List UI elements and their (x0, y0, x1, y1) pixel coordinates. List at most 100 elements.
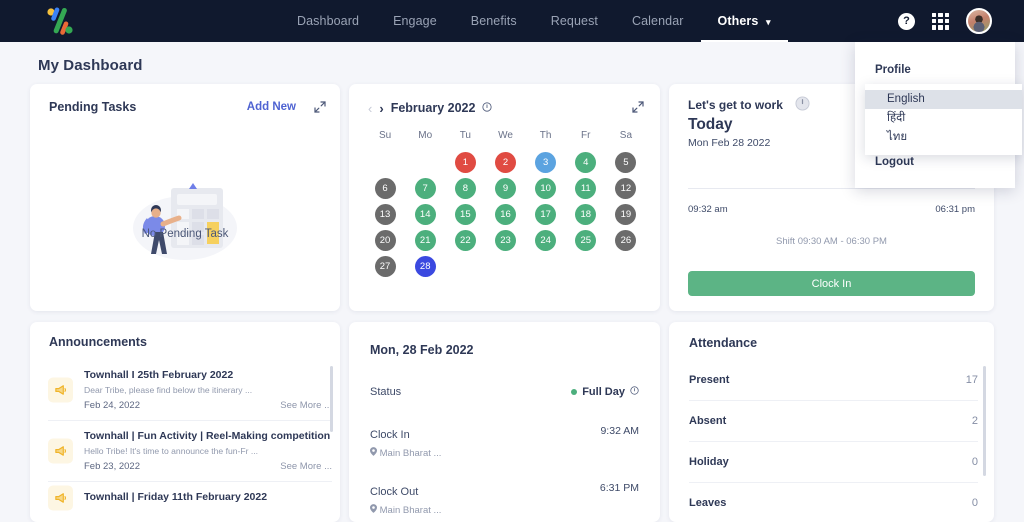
calendar-dow-label: Mo (418, 130, 433, 141)
calendar-day-1[interactable]: 1 (454, 152, 476, 173)
attendance-row-value: 0 (971, 497, 978, 509)
status-value: Full Day (582, 386, 625, 398)
attendance-row-label: Leaves (689, 497, 727, 509)
nav-label: Others (717, 14, 759, 28)
calendar-day-19[interactable]: 19 (615, 204, 637, 225)
language-option-english[interactable]: English (865, 90, 1022, 109)
calendar-day-23[interactable]: 23 (494, 230, 516, 251)
calendar-day-6[interactable]: 6 (374, 178, 396, 199)
clock-in-button[interactable]: Clock In (688, 271, 975, 296)
announcement-item[interactable]: Townhall | Friday 11th February 2022 (48, 482, 332, 513)
announcement-title: Townhall | Friday 11th February 2022 (84, 491, 268, 504)
day-detail-card: Mon, 28 Feb 2022 Status Full Day Clock I… (349, 322, 660, 522)
calendar-dow-label: Fr (581, 130, 591, 141)
shift-end-time: 06:31 pm (935, 204, 975, 215)
grid-apps-icon[interactable] (932, 12, 949, 30)
language-option-thai[interactable]: ไทย (865, 128, 1022, 147)
nav-item-request[interactable]: Request (534, 0, 615, 42)
calendar-day-3[interactable]: 3 (535, 152, 557, 173)
calendar-dow-label: Sa (619, 130, 633, 141)
announcements-scrollbar[interactable] (330, 366, 333, 432)
attendance-row: Present 17 (689, 360, 978, 401)
calendar-day-26[interactable]: 26 (615, 230, 637, 251)
work-card-title: Let's get to work (688, 98, 783, 112)
expand-icon[interactable] (314, 100, 326, 118)
calendar-day-22[interactable]: 22 (454, 230, 476, 251)
calendar-day-2[interactable]: 2 (494, 152, 516, 173)
attendance-card: Attendance Present 17 Absent 2 Holiday 0 Leave… (669, 322, 994, 522)
clock-in-location-text: Main Bharat ... (379, 448, 442, 459)
calendar-day-15[interactable]: 15 (454, 204, 476, 225)
status-row: Status Full Day (370, 386, 639, 398)
status-label: Status (370, 386, 402, 398)
chevron-down-icon: ▾ (766, 17, 771, 27)
day-detail-title: Mon, 28 Feb 2022 (370, 343, 474, 357)
calendar-day-25[interactable]: 25 (575, 230, 597, 251)
see-more-link[interactable]: See More ... (280, 461, 332, 472)
chevron-right-icon[interactable]: › (379, 101, 383, 116)
nav-item-engage[interactable]: Engage (376, 0, 454, 42)
calendar-day-8[interactable]: 8 (454, 178, 476, 199)
calendar-day-28[interactable]: 28 (414, 256, 436, 277)
calendar-day-16[interactable]: 16 (494, 204, 516, 225)
calendar-day-27[interactable]: 27 (374, 256, 396, 277)
menu-item-profile[interactable]: Profile (855, 55, 1015, 85)
attendance-row-value: 17 (965, 374, 978, 386)
attendance-row-label: Present (689, 374, 730, 386)
add-new-task-button[interactable]: Add New (247, 101, 296, 113)
nav-item-dashboard[interactable]: Dashboard (280, 0, 376, 42)
chevron-left-icon[interactable]: ‹ (368, 101, 372, 116)
clock-out-location-text: Main Bharat ... (379, 505, 442, 516)
nav-item-calendar[interactable]: Calendar (615, 0, 701, 42)
expand-icon[interactable] (632, 100, 644, 118)
calendar-day-9[interactable]: 9 (494, 178, 516, 199)
attendance-row: Leaves 0 (689, 483, 978, 522)
clock-out-location: Main Bharat ... (370, 504, 441, 516)
divider (688, 188, 975, 189)
attendance-scrollbar[interactable] (983, 366, 986, 476)
page-title: My Dashboard (38, 57, 143, 74)
nav-item-others[interactable]: Others ▾ (700, 0, 788, 42)
calendar-day-20[interactable]: 20 (374, 230, 396, 251)
percent-logo[interactable] (38, 4, 82, 38)
calendar-day-21[interactable]: 21 (414, 230, 436, 251)
pending-tasks-title: Pending Tasks (49, 100, 137, 114)
announcement-title: Townhall I 25th February 2022 (84, 369, 234, 381)
today-date: Mon Feb 28 2022 (688, 137, 771, 149)
calendar-day-7[interactable]: 7 (414, 178, 436, 199)
calendar-day-11[interactable]: 11 (575, 178, 597, 199)
calendar-day-5[interactable]: 5 (615, 152, 637, 173)
calendar-day-10[interactable]: 10 (535, 178, 557, 199)
language-submenu: English हिंदी ไทย (865, 84, 1022, 155)
calendar-day-14[interactable]: 14 (414, 204, 436, 225)
calendar-day-24[interactable]: 24 (535, 230, 557, 251)
announcement-date: Feb 24, 2022 (84, 400, 140, 412)
user-avatar[interactable] (966, 8, 992, 34)
clock-in-row: Clock In Main Bharat ... 9:32 AM (370, 425, 639, 459)
calendar-dow-label: We (498, 130, 513, 141)
nav-item-benefits[interactable]: Benefits (454, 0, 534, 42)
attendance-row: Holiday 0 (689, 442, 978, 483)
calendar-day-13[interactable]: 13 (374, 204, 396, 225)
info-icon[interactable] (630, 386, 639, 398)
calendar-day-4[interactable]: 4 (575, 152, 597, 173)
help-glyph: ? (903, 15, 910, 27)
announcements-card: Announcements Townhall I 25th February 2… (30, 322, 340, 522)
attendance-row-label: Holiday (689, 456, 729, 468)
announcement-item[interactable]: Townhall I 25th February 2022 Dear Tribe… (48, 360, 332, 422)
see-more-link[interactable]: See More ... (280, 400, 332, 411)
attendance-row-value: 0 (971, 456, 978, 468)
announcement-description: Dear Tribe, please find below the itiner… (84, 385, 253, 396)
calendar-day-18[interactable]: 18 (575, 204, 597, 225)
clock-out-label: Clock Out (370, 486, 419, 498)
calendar-card: ‹ › February 2022 Su Mo Tu We Th Fr Sa 1 2 3 4 5 6 7 8… (349, 84, 660, 311)
language-option-hindi[interactable]: हिंदी (865, 109, 1022, 128)
calendar-day-17[interactable]: 17 (535, 204, 557, 225)
help-icon[interactable]: ? (898, 12, 915, 30)
calendar-day-12[interactable]: 12 (615, 178, 637, 199)
announcement-item[interactable]: Townhall | Fun Activity | Reel-Making co… (48, 421, 332, 483)
info-icon[interactable] (482, 99, 493, 117)
calendar-month-label: February 2022 (390, 101, 476, 115)
attendance-row: Absent 2 (689, 401, 978, 442)
no-pending-task-label: No Pending Task (141, 228, 229, 240)
